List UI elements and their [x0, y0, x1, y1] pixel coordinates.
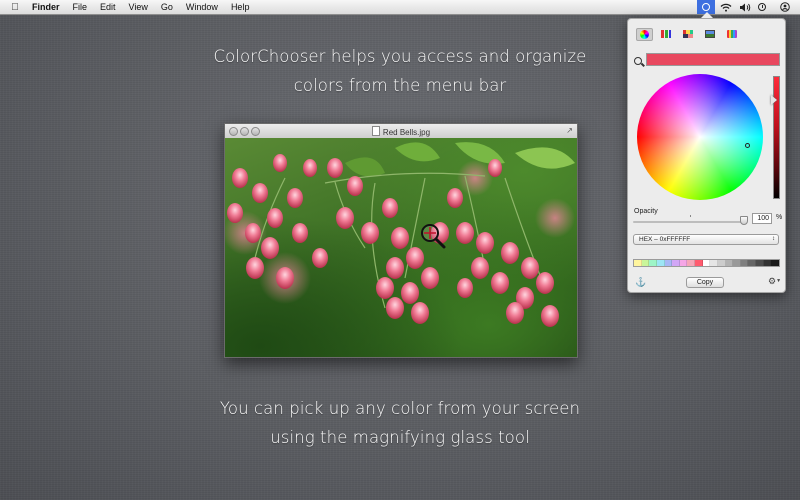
swatch-strip	[633, 259, 780, 267]
window-title-text: Red Bells.jpg	[382, 128, 431, 137]
color-swatch[interactable]	[756, 260, 764, 266]
menu-go[interactable]: Go	[161, 2, 173, 12]
color-swatch[interactable]	[641, 260, 650, 266]
window-titlebar[interactable]: Red Bells.jpg ↗	[225, 124, 577, 139]
current-color-well[interactable]	[646, 53, 780, 66]
color-swatch[interactable]	[649, 260, 657, 266]
menu-help[interactable]: Help	[231, 2, 250, 12]
caption-top-line2: colors from the menu bar	[293, 76, 507, 95]
color-swatch[interactable]	[763, 260, 772, 266]
menu-window[interactable]: Window	[186, 2, 218, 12]
magnifying-glass-icon[interactable]	[634, 57, 642, 65]
window-title: Red Bells.jpg	[225, 126, 577, 137]
volume-icon[interactable]	[738, 0, 752, 14]
caption-bottom: You can pick up any color from your scre…	[200, 394, 600, 452]
menu-edit[interactable]: Edit	[100, 2, 116, 12]
caption-top-line1: ColorChooser helps you access and organi…	[213, 47, 587, 66]
color-swatch[interactable]	[725, 260, 734, 266]
color-wheel[interactable]	[637, 74, 763, 200]
color-wheel-icon	[640, 30, 649, 39]
opacity-slider-tick	[690, 215, 691, 217]
color-swatch[interactable]	[710, 260, 718, 266]
apple-logo-icon[interactable]: 	[8, 2, 22, 13]
opacity-slider[interactable]	[633, 221, 747, 223]
opacity-slider-knob[interactable]	[740, 216, 748, 225]
gear-icon[interactable]: ⚙▼	[768, 276, 781, 287]
color-swatch[interactable]	[687, 260, 695, 266]
color-swatch[interactable]	[702, 260, 711, 266]
anchor-icon[interactable]: ⚓	[635, 277, 646, 288]
caption-bottom-line1: You can pick up any color from your scre…	[219, 399, 581, 418]
color-swatch[interactable]	[664, 260, 673, 266]
caption-top: ColorChooser helps you access and organi…	[200, 42, 600, 100]
opacity-label: Opacity	[634, 208, 658, 215]
flower-photo	[225, 138, 577, 357]
color-swatch[interactable]	[740, 260, 749, 266]
color-swatch[interactable]	[771, 260, 779, 266]
menu-file[interactable]: File	[73, 2, 88, 12]
menu-bar:  Finder File Edit View Go Window Help	[0, 0, 800, 15]
image-palettes-icon	[705, 30, 715, 38]
color-palettes-mode-button[interactable]	[680, 28, 697, 41]
caption-bottom-line2: using the magnifying glass tool	[270, 428, 530, 447]
color-swatch[interactable]	[672, 260, 680, 266]
image-palettes-mode-button[interactable]	[702, 28, 719, 41]
document-icon	[371, 126, 380, 136]
color-swatch[interactable]	[717, 260, 726, 266]
image-window: Red Bells.jpg ↗	[224, 123, 578, 358]
opacity-field[interactable]: 100	[752, 213, 772, 224]
color-swatch[interactable]	[733, 260, 741, 266]
color-sliders-icon	[661, 30, 671, 38]
menu-view[interactable]: View	[129, 2, 148, 12]
color-wheel-mode-button[interactable]	[636, 28, 653, 41]
opacity-unit: %	[776, 214, 783, 221]
color-format-value: HEX – 0xFFFFFF	[639, 236, 691, 243]
color-wheel-marker[interactable]	[745, 143, 750, 148]
wifi-icon[interactable]	[718, 0, 734, 14]
pencils-icon	[727, 30, 737, 38]
color-sliders-mode-button[interactable]	[658, 28, 675, 41]
mode-toolbar	[636, 28, 741, 41]
brightness-slider-knob[interactable]	[771, 95, 782, 105]
clock-icon[interactable]	[755, 0, 769, 14]
copy-button[interactable]: Copy	[686, 277, 724, 288]
pencils-mode-button[interactable]	[724, 28, 741, 41]
flower-illustration	[225, 142, 575, 327]
color-swatch[interactable]	[656, 260, 665, 266]
colorchooser-panel: Opacity 100 % HEX – 0xFFFFFF ↕ ⚓ Copy ⚙▼	[627, 12, 786, 293]
menu-finder[interactable]: Finder	[32, 2, 60, 12]
color-swatch[interactable]	[695, 260, 703, 266]
color-swatch[interactable]	[634, 260, 642, 266]
user-icon[interactable]	[778, 0, 792, 14]
select-arrows-icon: ↕	[772, 236, 775, 242]
color-format-select[interactable]: HEX – 0xFFFFFF ↕	[633, 234, 779, 245]
color-swatch[interactable]	[679, 260, 688, 266]
color-swatch[interactable]	[748, 260, 756, 266]
color-palettes-icon	[683, 30, 693, 38]
fullscreen-icon[interactable]: ↗	[566, 126, 573, 135]
